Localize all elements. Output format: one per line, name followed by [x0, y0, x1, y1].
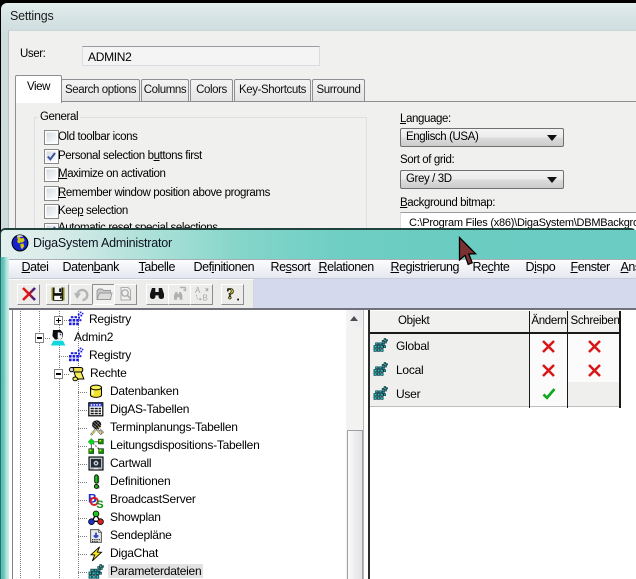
svg-text:A: A: [195, 286, 201, 295]
svg-text:?: ?: [227, 286, 235, 303]
svg-text:S: S: [96, 499, 103, 508]
svg-text:B: B: [202, 294, 207, 303]
